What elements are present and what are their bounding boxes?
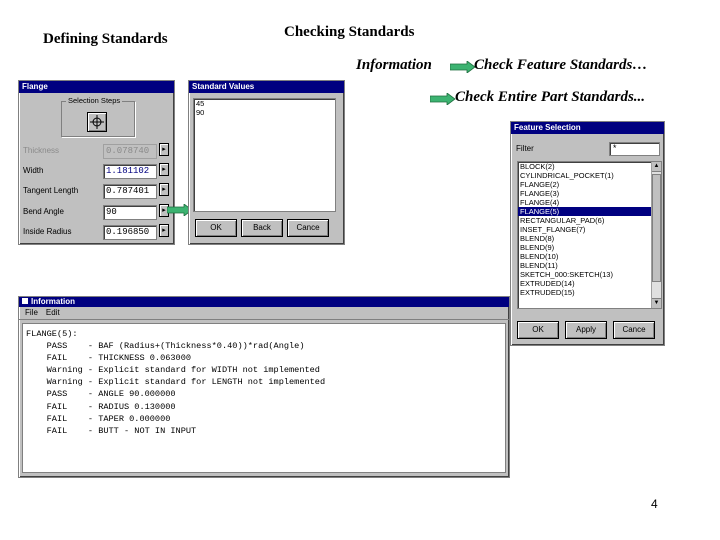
scroll-up-icon[interactable]: ▲	[652, 162, 661, 172]
thickness-input[interactable]: 0.078740	[103, 144, 157, 159]
info-line: Warning - Explicit standard for LENGTH n…	[26, 377, 326, 388]
info-line: FLANGE(5):	[26, 329, 78, 339]
standard-values-back-button[interactable]: Back	[241, 219, 283, 237]
tangent-length-options-button[interactable]: ▸	[159, 183, 169, 196]
feature-list[interactable]: BLOCK(2) CYLINDRICAL_POCKET(1) FLANGE(2) FL…	[517, 161, 662, 309]
info-line: FAIL - BUTT - NOT IN INPUT	[26, 425, 197, 436]
scroll-thumb[interactable]	[652, 174, 661, 282]
feature-list-item[interactable]: BLOCK(2)	[518, 162, 661, 171]
title-checking-standards: Checking Standards	[284, 24, 415, 40]
feature-ok-button[interactable]: OK	[517, 321, 559, 339]
crosshair-select-button[interactable]	[87, 112, 107, 132]
menu-edit[interactable]: Edit	[46, 308, 60, 317]
feature-list-item[interactable]: SKETCH_000:SKETCH(13)	[518, 270, 661, 279]
inside-radius-label: Inside Radius	[23, 227, 72, 236]
information-window: Information File Edit FLANGE(5): PASS - B…	[18, 296, 510, 478]
thickness-label: Thickness	[23, 146, 60, 155]
standard-values-ok-button[interactable]: OK	[195, 219, 237, 237]
info-line: FAIL - THICKNESS 0.063000	[26, 353, 192, 364]
filter-label: Filter	[516, 144, 534, 153]
info-line: PASS - BAF (Radius+(Thickness*0.40))*rad…	[26, 341, 305, 352]
selection-steps-group: Selection Steps	[61, 96, 135, 137]
feature-apply-button[interactable]: Apply	[565, 321, 607, 339]
info-line: PASS - ANGLE 90.000000	[26, 389, 176, 400]
feature-list-item[interactable]: FLANGE(3)	[518, 189, 661, 198]
information-title-icon	[22, 298, 28, 304]
info-line: FAIL - TAPER 0.000000	[26, 413, 171, 424]
feature-list-item[interactable]: EXTRUDED(15)	[518, 288, 661, 297]
standard-values-dialog: Standard Values 45 90 OK Back Cance	[188, 80, 345, 245]
scroll-down-icon[interactable]: ▼	[652, 298, 661, 308]
width-options-button[interactable]: ▸	[159, 163, 169, 176]
feature-cancel-button[interactable]: Cance	[613, 321, 655, 339]
feature-list-item[interactable]: BLEND(11)	[518, 261, 661, 270]
feature-list-item[interactable]: FLANGE(2)	[518, 180, 661, 189]
title-defining-standards: Defining Standards	[43, 31, 168, 47]
label-check-entire-part-standards: Check Entire Part Standards...	[455, 89, 646, 105]
tangent-length-input[interactable]: 0.787401	[103, 184, 157, 199]
feature-list-item[interactable]: BLEND(8)	[518, 234, 661, 243]
width-input[interactable]: 1.181102	[103, 164, 157, 179]
thickness-options-button[interactable]: ▸	[159, 143, 169, 156]
feature-list-item[interactable]: EXTRUDED(14)	[518, 279, 661, 288]
feature-list-item[interactable]: INSET_FLANGE(7)	[518, 225, 661, 234]
arrow-icon-check-part	[430, 93, 456, 105]
feature-selection-dialog: Feature Selection Filter * BLOCK(2) CYLIN…	[510, 121, 665, 346]
standard-value-item[interactable]: 90	[194, 108, 335, 117]
feature-list-item[interactable]: CYLINDRICAL_POCKET(1)	[518, 171, 661, 180]
inside-radius-input[interactable]: 0.196850	[103, 225, 157, 240]
feature-list-item[interactable]: BLEND(9)	[518, 243, 661, 252]
bend-angle-label: Bend Angle	[23, 207, 64, 216]
info-line: FAIL - RADIUS 0.130000	[26, 401, 176, 412]
arrow-icon-information	[450, 61, 476, 73]
feature-list-item[interactable]: FLANGE(4)	[518, 198, 661, 207]
label-information: Information	[356, 57, 432, 73]
feature-list-item[interactable]: FLANGE(5)	[518, 207, 661, 216]
standard-value-item[interactable]: 45	[194, 99, 335, 108]
inside-radius-options-button[interactable]: ▸	[159, 224, 169, 237]
tangent-length-label: Tangent Length	[23, 186, 79, 195]
menu-file[interactable]: File	[25, 308, 38, 317]
information-title-text: Information	[31, 297, 75, 306]
page-number: 4	[651, 497, 658, 511]
standard-values-list[interactable]: 45 90	[193, 98, 336, 212]
label-check-feature-standards: Check Feature Standards…	[474, 57, 648, 73]
info-line: Warning - Explicit standard for WIDTH no…	[26, 365, 320, 376]
information-menubar: File Edit	[19, 307, 509, 320]
width-label: Width	[23, 166, 44, 175]
standard-values-cancel-button[interactable]: Cance	[287, 219, 329, 237]
information-title: Information	[19, 297, 509, 307]
bend-angle-input[interactable]: 90	[103, 205, 157, 220]
filter-input[interactable]: *	[609, 142, 660, 156]
feature-selection-title: Feature Selection	[511, 122, 664, 134]
selection-steps-label: Selection Steps	[66, 96, 123, 105]
flange-dialog: Flange Selection Steps Thickness 0.07874…	[18, 80, 175, 245]
feature-list-item[interactable]: BLEND(10)	[518, 252, 661, 261]
feature-list-scrollbar[interactable]: ▲ ▼	[651, 162, 661, 308]
standard-values-title: Standard Values	[189, 81, 344, 93]
feature-list-item[interactable]: RECTANGULAR_PAD(6)	[518, 216, 661, 225]
information-text-area[interactable]: FLANGE(5): PASS - BAF (Radius+(Thickness…	[22, 323, 506, 473]
flange-dialog-title: Flange	[19, 81, 174, 93]
crosshair-icon	[90, 115, 104, 129]
